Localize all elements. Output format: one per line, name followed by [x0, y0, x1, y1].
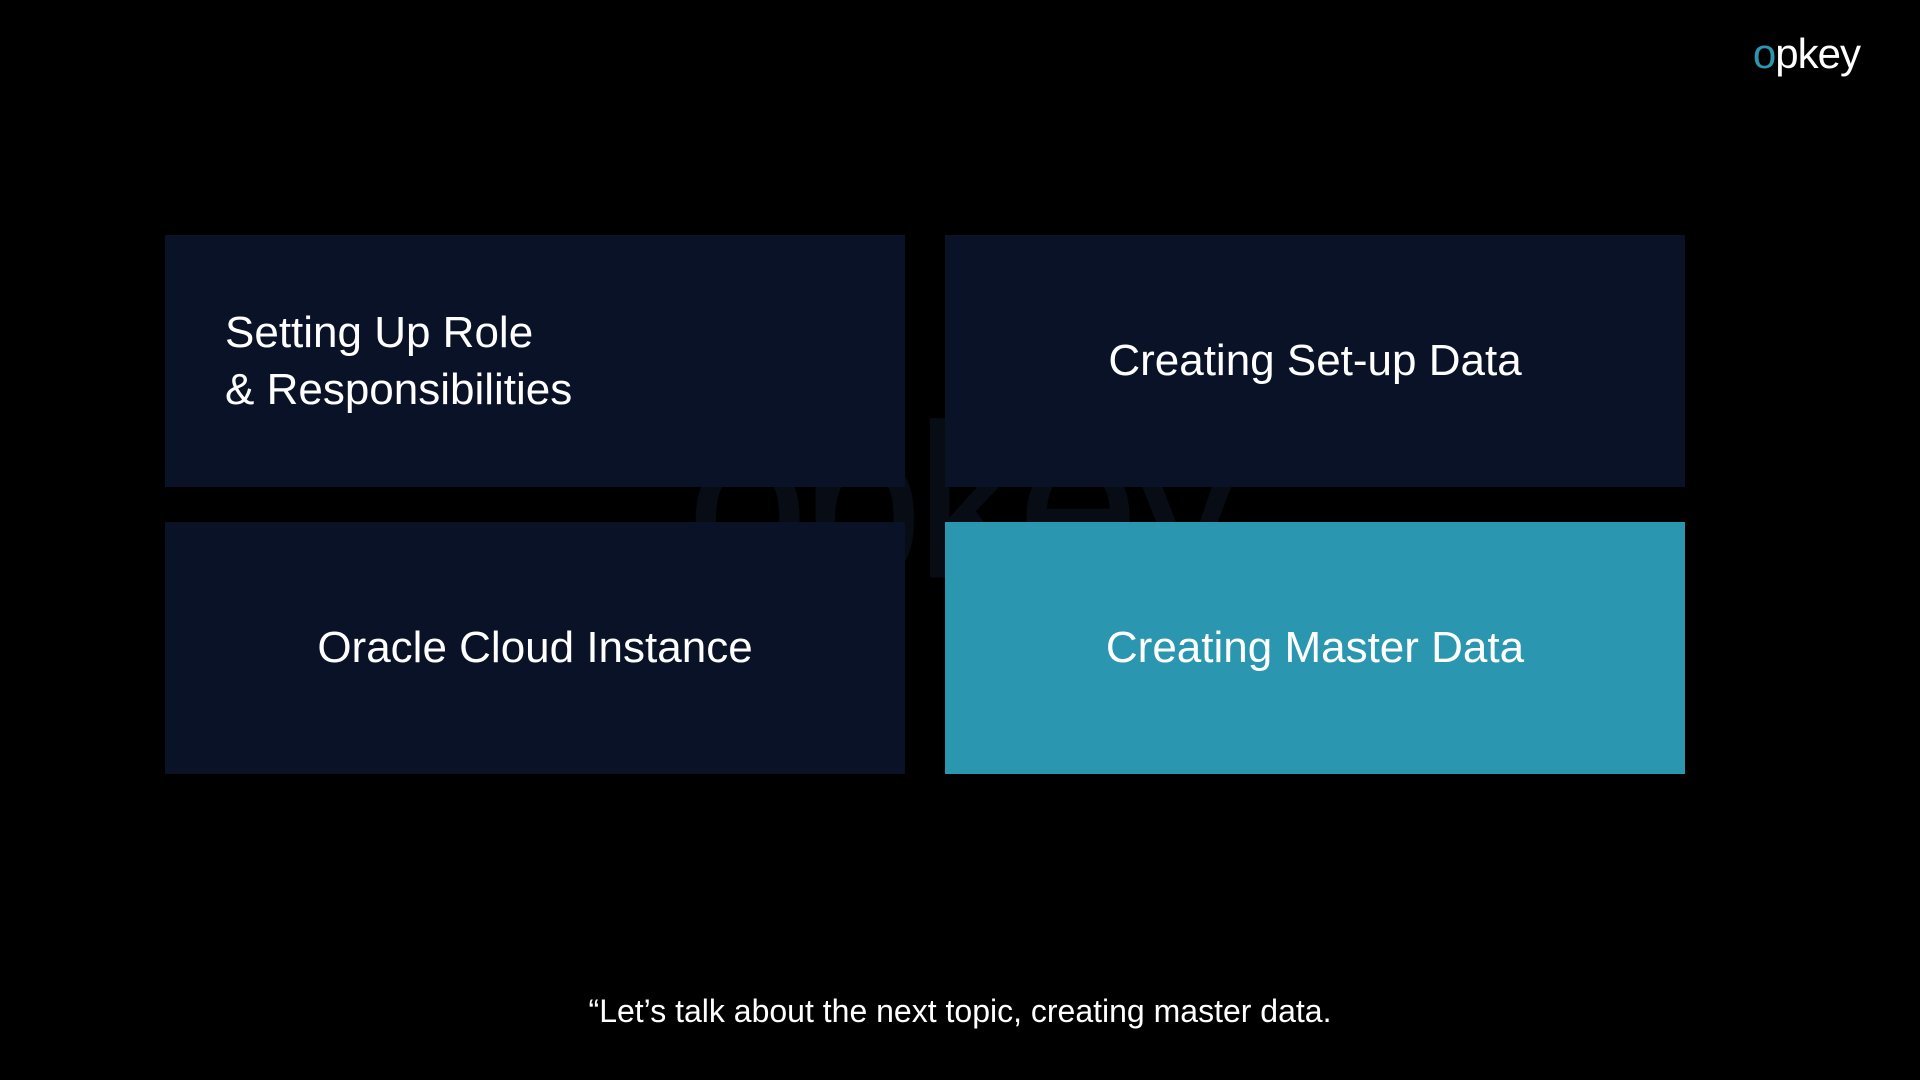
tile-setup-data: Creating Set-up Data — [945, 235, 1685, 487]
brand-logo: opkey — [1753, 30, 1860, 78]
tile-oracle-cloud: Oracle Cloud Instance — [165, 522, 905, 774]
logo-accent-char: o — [1753, 30, 1775, 77]
logo-rest: pkey — [1775, 30, 1860, 77]
tile-label: Creating Master Data — [1106, 619, 1524, 676]
tile-label: Oracle Cloud Instance — [317, 619, 752, 676]
topic-grid: Setting Up Role & Responsibilities Creat… — [165, 235, 1685, 774]
subtitle-caption: “Let’s talk about the next topic, creati… — [0, 993, 1920, 1030]
tile-master-data: Creating Master Data — [945, 522, 1685, 774]
tile-label: Creating Set-up Data — [1108, 332, 1521, 389]
tile-label: Setting Up Role & Responsibilities — [225, 304, 572, 418]
tile-roles-responsibilities: Setting Up Role & Responsibilities — [165, 235, 905, 487]
